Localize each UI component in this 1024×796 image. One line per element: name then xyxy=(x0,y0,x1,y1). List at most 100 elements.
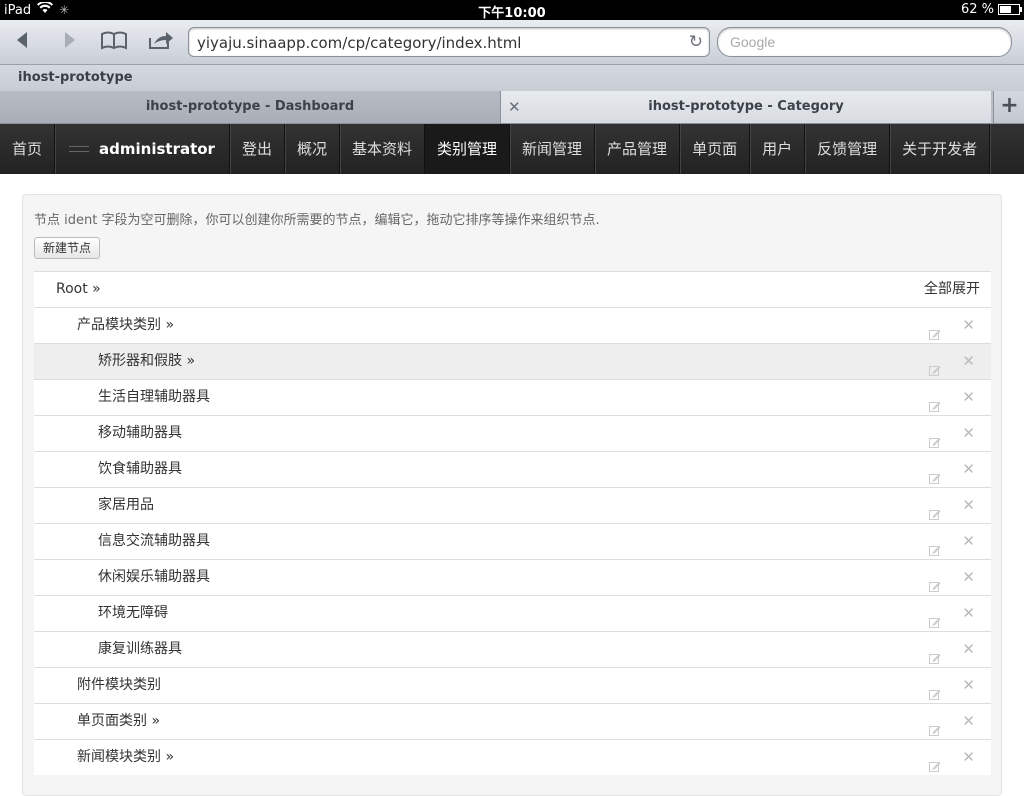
edit-icon[interactable] xyxy=(929,751,941,772)
tree-node-label[interactable]: 环境无障碍 xyxy=(98,596,168,631)
nav-item-label: 概况 xyxy=(296,140,327,158)
tree-node-label[interactable]: 生活自理辅助器具 xyxy=(98,380,210,415)
search-input[interactable] xyxy=(728,33,992,51)
tree-node-row[interactable]: 饮食辅助器具 ✕ xyxy=(34,451,991,487)
tree-node-row[interactable]: 休闲娱乐辅助器具 ✕ xyxy=(34,559,991,595)
browser-toolbar: yiyaju.sinaapp.com/cp/category/index.htm… xyxy=(0,20,1024,65)
close-tab-icon[interactable]: ✕ xyxy=(508,91,521,123)
edit-icon[interactable] xyxy=(929,319,941,340)
nav-item-9[interactable]: 用户 xyxy=(750,124,806,174)
edit-icon[interactable] xyxy=(929,355,941,376)
tree-node-label[interactable]: 饮食辅助器具 xyxy=(98,452,182,487)
delete-icon[interactable]: ✕ xyxy=(962,380,975,415)
share-icon[interactable] xyxy=(146,30,176,54)
new-tab-icon[interactable]: + xyxy=(993,91,1024,123)
delete-icon[interactable]: ✕ xyxy=(962,308,975,343)
status-time: 下午10:00 xyxy=(478,6,546,21)
tree-node-label[interactable]: 产品模块类别 » xyxy=(77,308,174,343)
delete-icon[interactable]: ✕ xyxy=(962,596,975,631)
battery-fill xyxy=(1000,6,1012,13)
category-panel: 节点 ident 字段为空可删除，你可以创建你所需要的节点，编辑它，拖动它排序等… xyxy=(22,194,1002,796)
nav-item-label: 类别管理 xyxy=(437,140,498,158)
delete-icon[interactable]: ✕ xyxy=(962,452,975,487)
bookmarks-icon[interactable] xyxy=(99,30,129,54)
tree-node-label[interactable]: 单页面类别 » xyxy=(77,704,160,739)
nav-item-11[interactable]: 关于开发者 xyxy=(890,124,991,174)
tree-node-label[interactable]: 家居用品 xyxy=(98,488,154,523)
nav-item-7[interactable]: 产品管理 xyxy=(595,124,681,174)
root-node-label[interactable]: Root » xyxy=(56,272,101,307)
tree-node-row[interactable]: 产品模块类别 » ✕ xyxy=(34,307,991,343)
edit-icon[interactable] xyxy=(929,427,941,448)
nav-item-label: 产品管理 xyxy=(607,140,668,158)
edit-icon[interactable] xyxy=(929,391,941,412)
nav-item-3[interactable]: 概况 xyxy=(285,124,340,174)
nav-item-label: 新闻管理 xyxy=(522,140,583,158)
tree-node-row[interactable]: 矫形器和假肢 » ✕ xyxy=(34,343,991,379)
nav-item-label: 用户 xyxy=(762,140,793,158)
tree-node-row[interactable]: 附件模块类别 ✕ xyxy=(34,667,991,703)
user-icon xyxy=(69,146,90,152)
battery-percent: 62 % xyxy=(960,2,994,17)
delete-icon[interactable]: ✕ xyxy=(962,524,975,559)
tree-node-row[interactable]: 家居用品 ✕ xyxy=(34,487,991,523)
tree-node-label[interactable]: 康复训练器具 xyxy=(98,632,182,667)
tab-category[interactable]: ihost-prototype - Category xyxy=(501,91,991,123)
edit-icon[interactable] xyxy=(929,607,941,628)
tree-node-row[interactable]: 信息交流辅助器具 ✕ xyxy=(34,523,991,559)
nav-item-label: 反馈管理 xyxy=(817,140,878,158)
delete-icon[interactable]: ✕ xyxy=(962,632,975,667)
tree-node-label[interactable]: 新闻模块类别 » xyxy=(77,740,174,775)
nav-item-6[interactable]: 新闻管理 xyxy=(510,124,596,174)
nav-item-4[interactable]: 基本资料 xyxy=(340,124,426,174)
nav-item-label: administrator xyxy=(99,140,215,158)
category-tree: Root » 全部展开 产品模块类别 » ✕ 矫形器和假肢 » ✕ 生活自理辅助器具 ✕ 移… xyxy=(34,271,991,775)
bookmark-item[interactable]: ihost-prototype xyxy=(18,70,133,85)
reload-icon[interactable]: ↻ xyxy=(689,32,703,52)
url-text[interactable]: yiyaju.sinaapp.com/cp/category/index.htm… xyxy=(197,34,521,52)
tree-node-label[interactable]: 休闲娱乐辅助器具 xyxy=(98,560,210,595)
new-node-button[interactable]: 新建节点 xyxy=(34,237,101,259)
nav-item-8[interactable]: 单页面 xyxy=(680,124,751,174)
tree-node-label[interactable]: 附件模块类别 xyxy=(77,668,161,703)
tree-node-row[interactable]: 新闻模块类别 » ✕ xyxy=(34,739,991,775)
tree-node-label[interactable]: 信息交流辅助器具 xyxy=(98,524,210,559)
back-icon[interactable] xyxy=(8,30,38,54)
nav-item-label: 关于开发者 xyxy=(902,140,978,158)
delete-icon[interactable]: ✕ xyxy=(962,704,975,739)
delete-icon[interactable]: ✕ xyxy=(962,668,975,703)
search-field[interactable] xyxy=(717,27,1012,57)
nav-item-2[interactable]: 登出 xyxy=(230,124,285,174)
edit-icon[interactable] xyxy=(929,499,941,520)
tree-node-row[interactable]: 生活自理辅助器具 ✕ xyxy=(34,379,991,415)
tree-node-row[interactable]: 移动辅助器具 ✕ xyxy=(34,415,991,451)
tree-node-label[interactable]: 矫形器和假肢 » xyxy=(98,344,195,379)
edit-icon[interactable] xyxy=(929,715,941,736)
edit-icon[interactable] xyxy=(929,535,941,556)
delete-icon[interactable]: ✕ xyxy=(962,344,975,379)
edit-icon[interactable] xyxy=(929,679,941,700)
site-navbar: 首页 administrator 登出 概况 基本资料 类别管理 新闻管理 产品管理 单页面 用户… xyxy=(0,124,1024,174)
nav-item-0[interactable]: 首页 xyxy=(0,124,56,174)
nav-item-label: 基本资料 xyxy=(352,140,413,158)
delete-icon[interactable]: ✕ xyxy=(962,488,975,523)
delete-icon[interactable]: ✕ xyxy=(962,416,975,451)
delete-icon[interactable]: ✕ xyxy=(962,740,975,775)
tree-node-label[interactable]: 移动辅助器具 xyxy=(98,416,182,451)
nav-item-10[interactable]: 反馈管理 xyxy=(805,124,891,174)
tab-bar: ihost-prototype - Dashboard ihost-protot… xyxy=(0,91,1024,124)
tree-node-row[interactable]: 康复训练器具 ✕ xyxy=(34,631,991,667)
battery-icon xyxy=(998,4,1022,15)
edit-icon[interactable] xyxy=(929,463,941,484)
edit-icon[interactable] xyxy=(929,571,941,592)
nav-item-1[interactable]: administrator xyxy=(55,124,230,174)
address-bar[interactable]: yiyaju.sinaapp.com/cp/category/index.htm… xyxy=(188,27,710,57)
tab-dashboard[interactable]: ihost-prototype - Dashboard xyxy=(0,91,501,123)
delete-icon[interactable]: ✕ xyxy=(962,560,975,595)
tree-node-row[interactable]: 单页面类别 » ✕ xyxy=(34,703,991,739)
forward-icon[interactable] xyxy=(54,30,84,54)
expand-all-link[interactable]: 全部展开 xyxy=(924,272,980,307)
edit-icon[interactable] xyxy=(929,643,941,664)
tree-node-row[interactable]: 环境无障碍 ✕ xyxy=(34,595,991,631)
nav-item-5[interactable]: 类别管理 xyxy=(425,124,511,174)
